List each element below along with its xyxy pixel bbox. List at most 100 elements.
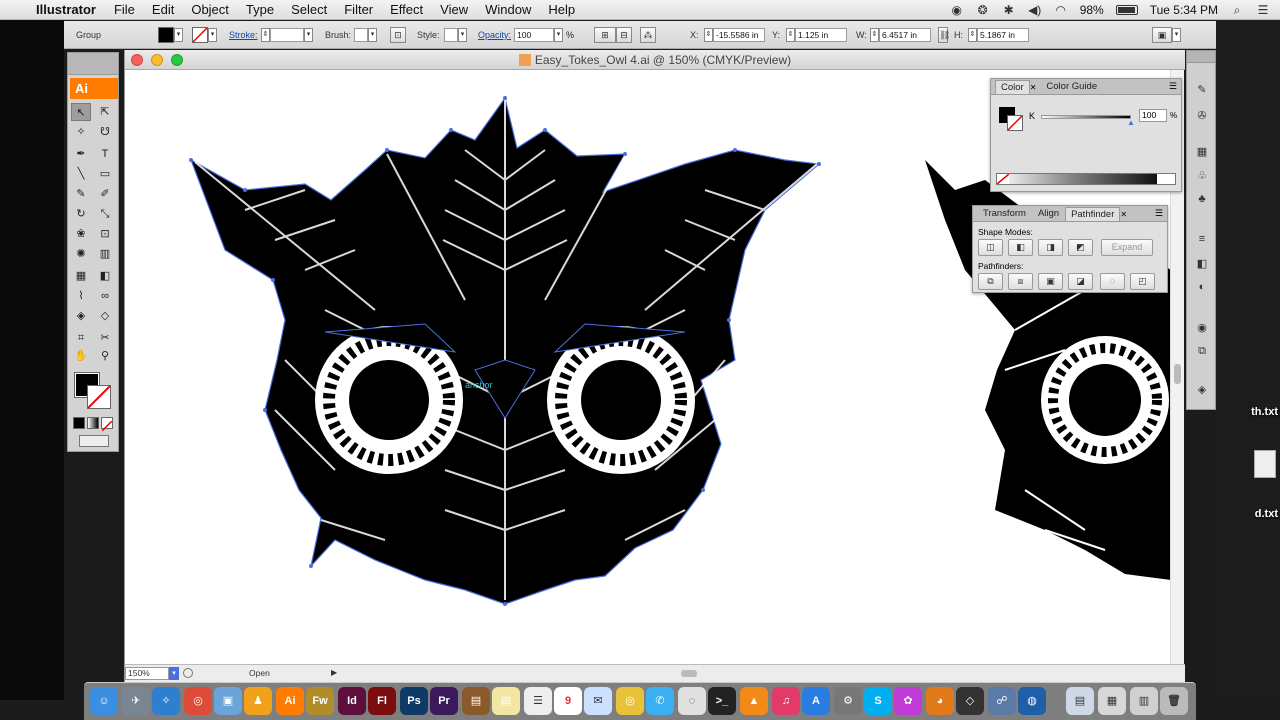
menu-object[interactable]: Object xyxy=(191,2,229,17)
battery-percent[interactable]: 98% xyxy=(1080,3,1104,17)
dock-fireworks-icon[interactable]: Fw xyxy=(306,687,334,715)
layers-icon[interactable]: ◈ xyxy=(1192,383,1212,399)
align-options-icon[interactable]: ⊟ xyxy=(616,27,632,43)
fill-swatch[interactable]: ▾ xyxy=(158,27,183,43)
owl-selected-group[interactable] xyxy=(189,96,821,606)
dock-photos-icon[interactable]: ✉ xyxy=(584,687,612,715)
close-tab-icon[interactable]: ✕ xyxy=(1030,83,1037,92)
zoom-tool-icon[interactable]: ⚲ xyxy=(95,347,115,365)
stroke-dropdown[interactable]: ▾ xyxy=(208,28,217,42)
status-arrow-icon[interactable]: ▶ xyxy=(331,668,337,677)
minus-back-button[interactable]: ◰ xyxy=(1130,273,1155,290)
dock-network-icon[interactable]: ☍ xyxy=(988,687,1016,715)
workspace-switcher[interactable]: ▣ ▾ xyxy=(1152,27,1181,43)
opacity-field[interactable]: 100 xyxy=(514,28,554,42)
dock-flash-icon[interactable]: Fl xyxy=(368,687,396,715)
dock-vlc-player-icon[interactable]: ▲ xyxy=(740,687,768,715)
dock-terminal-icon[interactable]: >_ xyxy=(708,687,736,715)
dock-downloads-icon[interactable]: ▦ xyxy=(1098,687,1126,715)
scale-tool-icon[interactable]: ⤡ xyxy=(95,205,115,223)
dock-finder-icon[interactable]: ☺ xyxy=(90,687,118,715)
spotlight-icon[interactable]: ⌕ xyxy=(1230,3,1244,17)
stroke-swatch[interactable]: ▾ xyxy=(192,27,217,43)
symbol-sprayer-tool-icon[interactable]: ✺ xyxy=(71,245,91,263)
dock-app-store-icon[interactable]: A xyxy=(802,687,830,715)
opacity-input-group[interactable]: 100 ▾% xyxy=(514,27,574,43)
h-stepper[interactable]: ⇕ xyxy=(968,28,977,42)
magic-wand-tool-icon[interactable]: ✧ xyxy=(71,123,91,141)
x-input-group[interactable]: ⇕ -15.5586 in xyxy=(704,27,765,43)
menu-type[interactable]: Type xyxy=(246,2,274,17)
dock-safari-icon[interactable]: ✧ xyxy=(152,687,180,715)
dock-folder-icon[interactable]: ▥ xyxy=(1130,687,1158,715)
stroke-link[interactable]: Stroke: xyxy=(229,30,258,40)
brush-library-icon[interactable]: ♧ xyxy=(1192,169,1212,185)
file-icon[interactable] xyxy=(1254,450,1276,478)
lasso-tool-icon[interactable]: ☋ xyxy=(95,123,115,141)
brush-picker[interactable]: ▾ xyxy=(354,27,377,43)
dock-itunes-icon[interactable]: ♫ xyxy=(772,687,800,715)
rectangle-tool-icon[interactable]: ▭ xyxy=(95,165,115,183)
blend-tool-icon[interactable]: ∞ xyxy=(95,287,115,305)
crop-button[interactable]: ◪ xyxy=(1068,273,1093,290)
stroke-weight-field[interactable] xyxy=(270,28,304,42)
align-options[interactable]: ⊞ ⊟ xyxy=(594,27,632,43)
reference-point-icon[interactable]: ⁂ xyxy=(640,27,656,43)
exclude-button[interactable]: ◩ xyxy=(1068,239,1093,256)
clock[interactable]: Tue 5:34 PM xyxy=(1150,3,1218,17)
dock-vlc-icon[interactable]: ♟ xyxy=(244,687,272,715)
gradient-panel-icon[interactable]: ◧ xyxy=(1192,257,1212,273)
menu-filter[interactable]: Filter xyxy=(344,2,373,17)
symbols-icon[interactable]: ✇ xyxy=(1192,109,1212,125)
y-field[interactable]: 1.125 in xyxy=(795,28,847,42)
graphic-styles-icon[interactable]: ♣ xyxy=(1192,193,1212,209)
line-segment-tool-icon[interactable]: ╲ xyxy=(71,165,91,183)
stroke-stepper[interactable]: ⇕ xyxy=(261,28,270,42)
layers-panel-icon[interactable]: ⧉ xyxy=(1192,345,1212,361)
tab-color-guide[interactable]: Color Guide xyxy=(1040,79,1103,94)
free-transform-tool-icon[interactable]: ⊡ xyxy=(95,225,115,243)
x-stepper[interactable]: ⇕ xyxy=(704,28,713,42)
tab-pathfinder[interactable]: Pathfinder xyxy=(1065,207,1121,221)
menu-help[interactable]: Help xyxy=(548,2,575,17)
fill-dropdown[interactable]: ▾ xyxy=(174,28,183,42)
dock-preview-icon[interactable]: ▣ xyxy=(214,687,242,715)
horizontal-scroll-thumb[interactable] xyxy=(681,670,697,677)
stroke-swatch-panel[interactable] xyxy=(1007,115,1023,131)
divide-button[interactable]: ⧉ xyxy=(978,273,1003,290)
stroke-none-icon[interactable] xyxy=(192,27,208,43)
direct-selection-tool-icon[interactable]: ⇱ xyxy=(95,103,115,121)
stroke-weight[interactable]: ⇕ ▾ xyxy=(261,27,313,43)
app-menu[interactable]: Illustrator xyxy=(36,2,96,17)
intersect-button[interactable]: ◨ xyxy=(1038,239,1063,256)
w-stepper[interactable]: ⇕ xyxy=(870,28,879,42)
dock-blender-icon[interactable]: ◕ xyxy=(926,687,954,715)
tab-color[interactable]: Color xyxy=(995,80,1030,94)
dock-indesign-icon[interactable]: Id xyxy=(338,687,366,715)
type-tool-icon[interactable]: T xyxy=(95,145,115,163)
dock-calendar-icon[interactable]: 9 xyxy=(554,687,582,715)
live-paint-selection-tool-icon[interactable]: ◇ xyxy=(95,307,115,325)
menu-view[interactable]: View xyxy=(440,2,468,17)
rotate-tool-icon[interactable]: ↻ xyxy=(71,205,91,223)
panel-menu-icon[interactable]: ☰ xyxy=(1155,208,1167,221)
transparency-icon[interactable]: ◐ xyxy=(1192,281,1212,297)
merge-button[interactable]: ▣ xyxy=(1038,273,1063,290)
sync-icon[interactable]: ❂ xyxy=(976,3,990,17)
dock-chrome-canary-icon[interactable]: ◎ xyxy=(616,687,644,715)
w-input-group[interactable]: ⇕ 6.4517 in xyxy=(870,27,931,43)
desktop-file[interactable]: th.txt xyxy=(1251,406,1278,418)
swatches-icon[interactable]: ▦ xyxy=(1192,145,1212,161)
notification-center-icon[interactable]: ☰ xyxy=(1256,3,1270,17)
trim-button[interactable]: ⧈ xyxy=(1008,273,1033,290)
brush-options-icon[interactable]: ⊡ xyxy=(390,27,406,43)
menu-select[interactable]: Select xyxy=(291,2,327,17)
link-icon[interactable]: ⛓ xyxy=(938,27,950,43)
minimize-window-button[interactable] xyxy=(151,54,163,66)
slice-tool-icon[interactable]: ✂ xyxy=(95,329,115,347)
outline-button[interactable]: ◌ xyxy=(1100,273,1125,290)
column-graph-tool-icon[interactable]: ▥ xyxy=(95,245,115,263)
x-field[interactable]: -15.5586 in xyxy=(713,28,765,42)
hand-tool-icon[interactable]: ✋ xyxy=(71,347,91,365)
brushes-icon[interactable]: ✎ xyxy=(1192,83,1212,99)
